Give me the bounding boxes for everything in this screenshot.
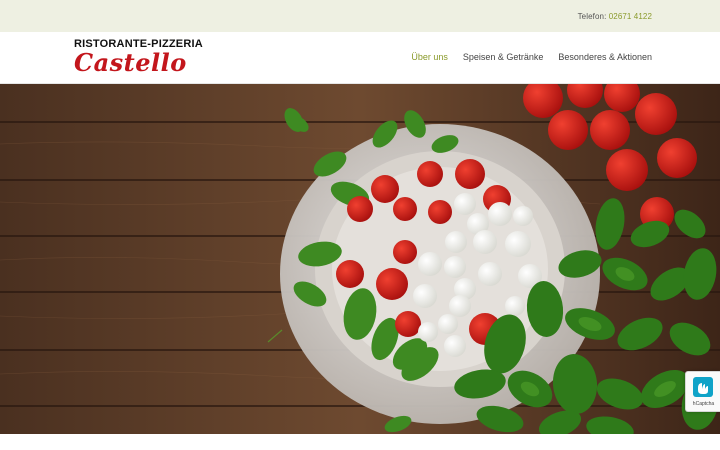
phone-info: Telefon: 02671 4122 [578,12,652,21]
main-nav: Über uns Speisen & Getränke Besonderes &… [411,52,652,62]
top-bar: Telefon: 02671 4122 [0,0,720,32]
site-header: RISTORANTE-PIZZERIA Castello Über uns Sp… [0,32,720,84]
nav-item-ueber-uns[interactable]: Über uns [411,52,448,62]
phone-label: Telefon: [577,12,607,21]
phone-link[interactable]: 02671 4122 [609,12,652,21]
logo-title: Castello [74,48,187,77]
page-bottom [0,434,720,450]
nav-item-besonderes-aktionen[interactable]: Besonderes & Aktionen [558,52,652,62]
hcaptcha-icon [693,377,713,397]
hcaptcha-widget[interactable]: hCaptcha [685,371,720,412]
logo[interactable]: RISTORANTE-PIZZERIA Castello [74,38,214,80]
hcaptcha-label: hCaptcha [692,401,715,407]
hero-image [0,84,720,434]
nav-item-speisen-getraenke[interactable]: Speisen & Getränke [463,52,544,62]
